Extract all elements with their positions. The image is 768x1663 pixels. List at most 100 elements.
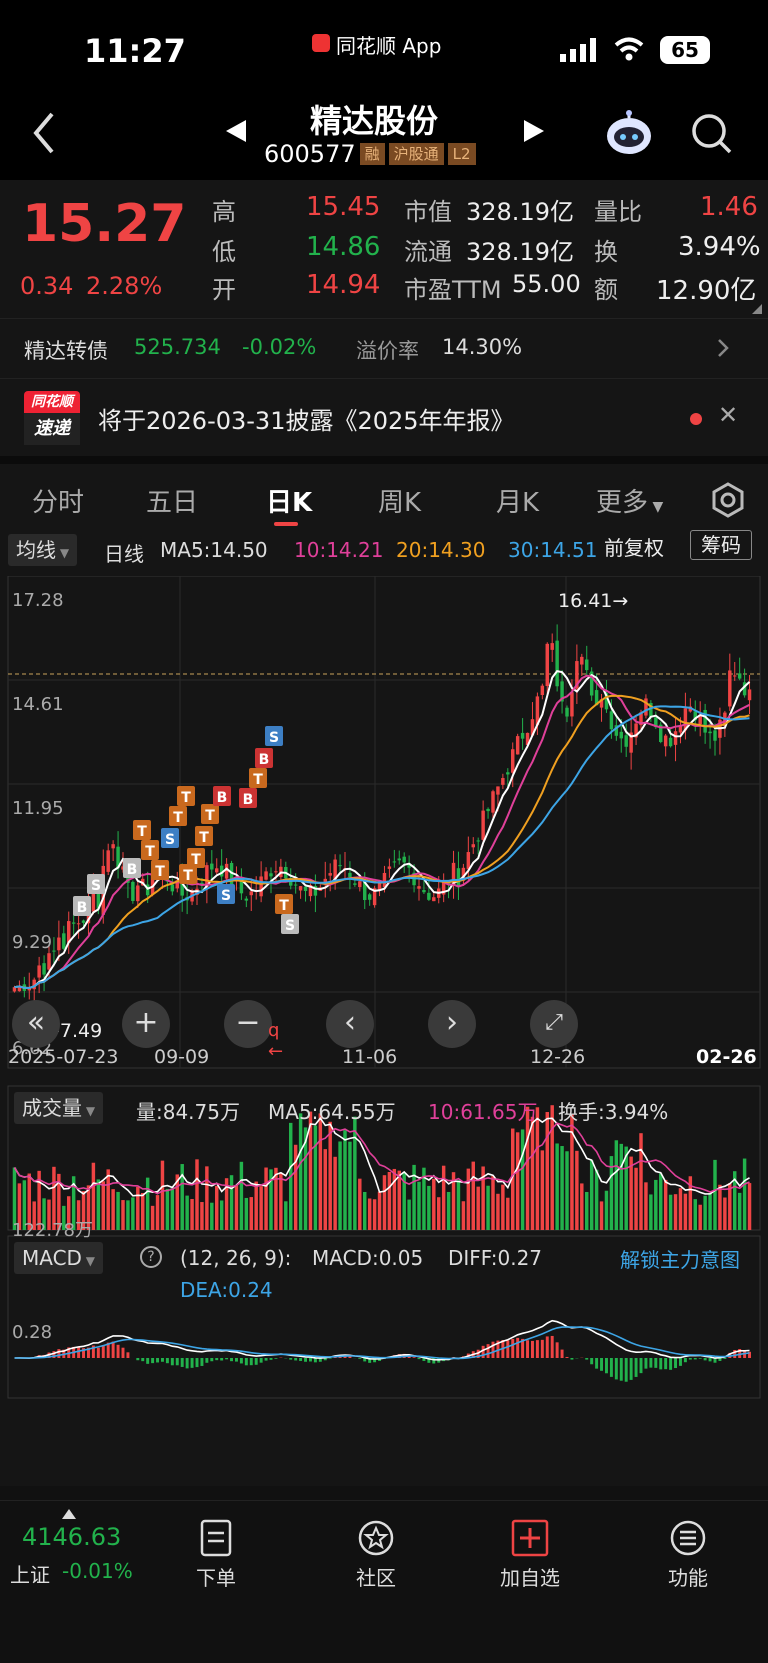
period-tabs: 分时 五日 日K 周K 月K 更多 ▼ (0, 456, 768, 526)
tab-five-day[interactable]: 五日 (146, 482, 198, 519)
volume-bar (372, 1199, 377, 1230)
signal-marker-label: T (155, 864, 165, 880)
prev-stock-icon[interactable] (222, 118, 248, 148)
unlock-link[interactable]: 解锁主力意图 (620, 1244, 740, 1273)
volume-bar (486, 1185, 490, 1230)
macd-selector[interactable]: MACD ▼ (14, 1242, 103, 1274)
candle-body (303, 886, 308, 891)
open-value: 14.94 (306, 270, 381, 300)
signal-marker-label: B (77, 900, 88, 916)
q-marker: q ← (268, 1020, 284, 1062)
zoom-in-button[interactable]: + (122, 1000, 170, 1048)
candle-body (476, 840, 480, 842)
ma-selector[interactable]: 均线 ▼ (8, 534, 78, 566)
notice-text: 将于2026-03-31披露《2025年年报》 (98, 407, 515, 435)
volume-bar (111, 1189, 115, 1230)
volume-bar (728, 1183, 732, 1230)
ma30-value: 30:14.51 (508, 538, 598, 562)
macd-y-tick: 0.28 (12, 1322, 53, 1343)
adjust-mode[interactable]: 前复权 (604, 532, 664, 561)
signal-marker-label: S (91, 878, 101, 894)
volume-bar (367, 1198, 372, 1230)
tab-more[interactable]: 更多 ▼ (596, 482, 663, 519)
volume-bar (205, 1166, 209, 1230)
volume-bar (575, 1150, 579, 1230)
diff-value: DIFF:0.27 (448, 1246, 543, 1270)
candle-body (432, 897, 436, 902)
mcap-value: 328.19亿 (466, 198, 574, 226)
candle-body (486, 808, 490, 812)
order-button[interactable]: 下单 (196, 1519, 236, 1591)
x-tick-label: 12-26 (530, 1046, 586, 1068)
volume-bar (604, 1190, 609, 1230)
prev-button[interactable]: ‹ (326, 1000, 374, 1048)
volume-bar (249, 1197, 253, 1230)
candle-body (293, 884, 298, 886)
volume-bar (377, 1191, 382, 1230)
search-icon[interactable] (690, 112, 734, 160)
index-value[interactable]: 4146.63 (22, 1523, 121, 1551)
fullscreen-button[interactable]: ⤢ (530, 1000, 578, 1048)
volume-bar (298, 1113, 303, 1230)
candle-body (298, 886, 303, 891)
volume-bar (718, 1184, 722, 1230)
scroll-left-end-button[interactable]: « (12, 1000, 60, 1048)
volume-bar (698, 1204, 702, 1230)
notice-banner[interactable]: 同花顺 速递 将于2026-03-31披露《2025年年报》 ✕ (0, 378, 768, 456)
signal-marker-label: T (253, 772, 263, 788)
ma5-line (14, 669, 751, 990)
functions-button[interactable]: 功能 (668, 1519, 708, 1591)
candle-body (76, 923, 81, 925)
volume-bar (515, 1132, 520, 1230)
volume-selector[interactable]: 成交量 ▼ (14, 1092, 104, 1124)
volume-bar (659, 1173, 663, 1230)
volume-bar (136, 1186, 140, 1230)
candle-body (570, 692, 574, 717)
volume-bar (530, 1116, 535, 1230)
next-button[interactable]: › (428, 1000, 476, 1048)
volume-bar (432, 1178, 436, 1230)
candle-body (244, 898, 249, 901)
candle-body (259, 876, 263, 897)
add-watchlist-button[interactable]: 加自选 (500, 1519, 560, 1591)
candle-body (550, 643, 554, 650)
signal-marker-label: T (181, 790, 191, 806)
volume-bar (96, 1179, 101, 1230)
tab-daily-k[interactable]: 日K (266, 482, 312, 519)
close-icon[interactable]: ✕ (718, 401, 738, 429)
tab-monthly-k[interactable]: 月K (496, 482, 539, 519)
volume-value: 量:84.75万 (136, 1100, 240, 1124)
index-up-arrow-icon (62, 1509, 76, 1519)
settings-hexagon-icon[interactable] (710, 482, 746, 522)
volume-bar (747, 1183, 752, 1230)
chart-area[interactable]: BSBTTTSTTTTTTBSBTBSTS 17.28 14.61 11.95 … (0, 576, 768, 1486)
expand-corner-icon[interactable] (752, 304, 762, 314)
tab-weekly-k[interactable]: 周K (378, 482, 421, 519)
tab-timeshare[interactable]: 分时 (32, 482, 84, 519)
y-tick-label: 14.61 (12, 694, 64, 715)
community-button[interactable]: 社区 (356, 1519, 396, 1591)
next-stock-icon[interactable] (522, 118, 548, 148)
signal-marker-label: S (269, 730, 279, 746)
candle-body (496, 786, 500, 795)
candle-body (713, 730, 717, 741)
robot-assistant-icon[interactable] (604, 110, 654, 160)
kline-chart-svg[interactable]: BSBTTTSTTTTTTBSBTBSTS (0, 576, 768, 1486)
candle-body (515, 736, 520, 755)
volume-bar (535, 1107, 540, 1230)
volume-bar (683, 1193, 688, 1230)
mcap-label: 市值 (404, 198, 452, 226)
bond-price: 525.734 (134, 335, 221, 359)
volume-bar (219, 1200, 224, 1230)
candle-body (397, 858, 401, 861)
chevron-right-icon[interactable] (716, 337, 730, 363)
volume-bar (392, 1168, 397, 1230)
float-value: 328.19亿 (466, 238, 574, 266)
back-icon[interactable] (30, 110, 60, 160)
bond-name: 精达转债 (24, 339, 108, 363)
chip-button[interactable]: 筹码 (690, 530, 752, 560)
convertible-bond-row[interactable]: 精达转债 525.734 -0.02% 溢价率 14.30% (0, 318, 768, 378)
zoom-out-button[interactable]: − (224, 1000, 272, 1048)
signal-marker-label: S (285, 918, 295, 934)
help-icon[interactable]: ? (140, 1246, 162, 1268)
